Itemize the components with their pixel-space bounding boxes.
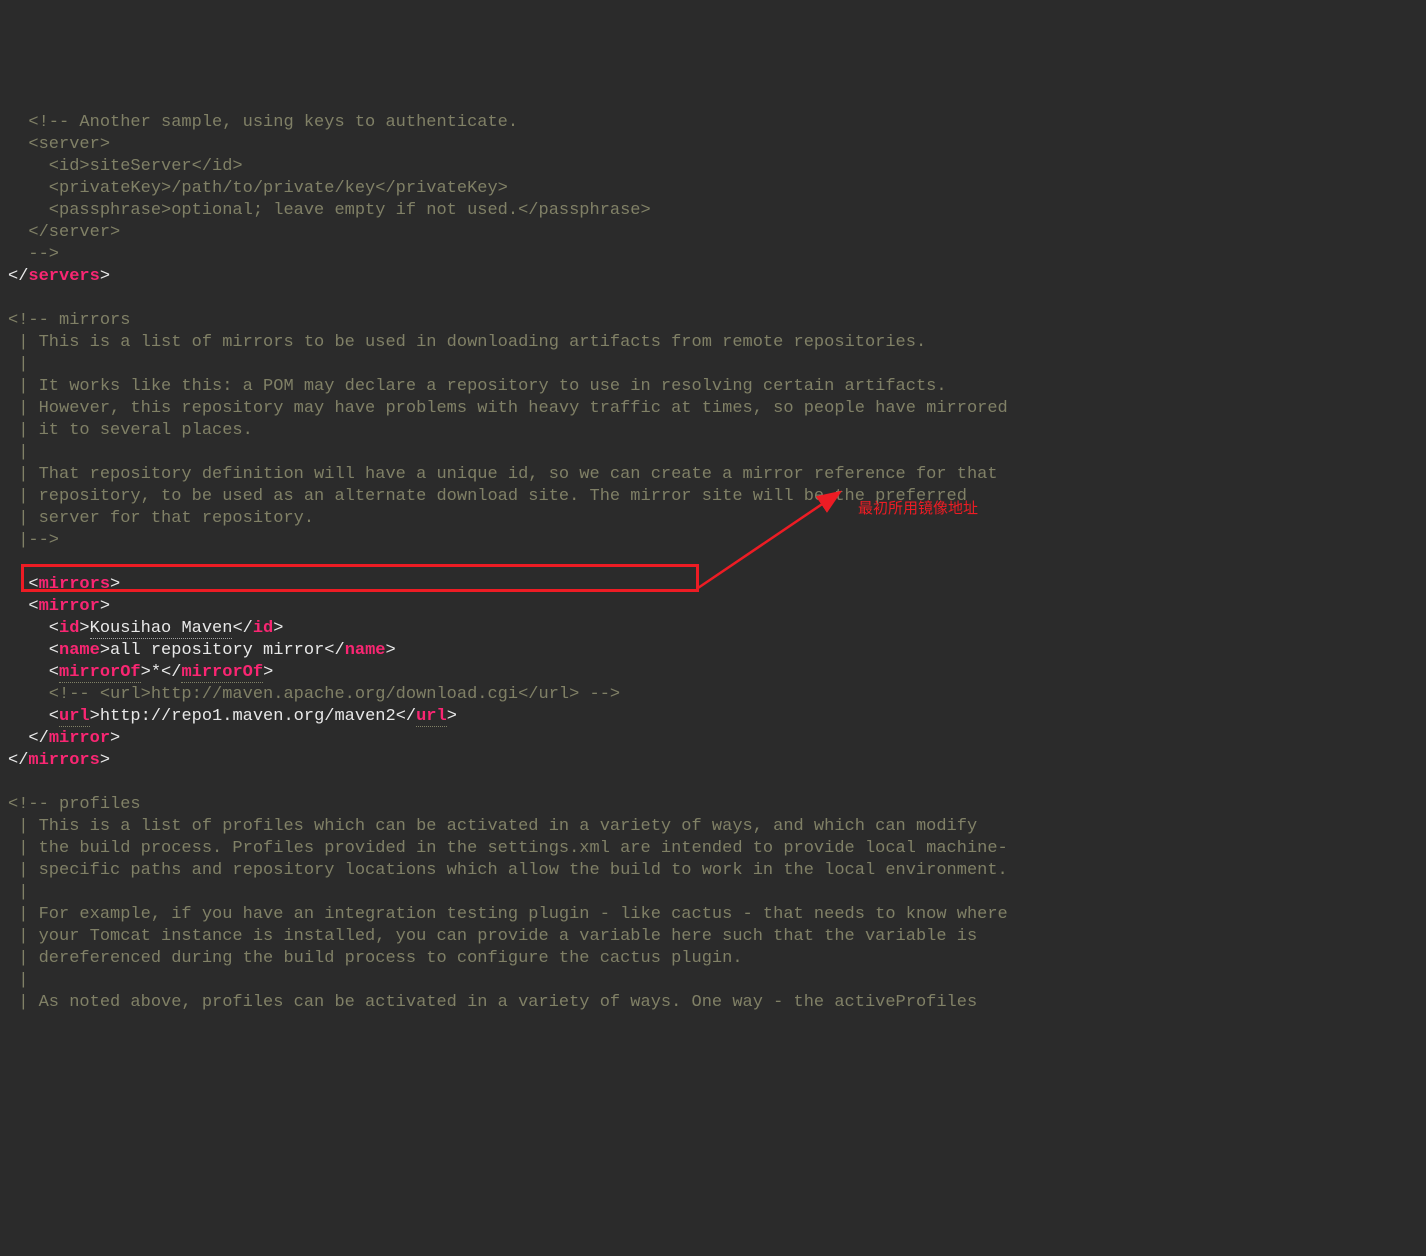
mirror-open-tag: <mirror> xyxy=(8,597,110,616)
code-editor[interactable]: <!-- Another sample, using keys to authe… xyxy=(0,90,1426,1014)
mirror-commented-url: <!-- <url>http://maven.apache.org/downlo… xyxy=(8,685,620,704)
comment-block-profiles: <!-- profiles | This is a list of profil… xyxy=(8,795,1008,1012)
comment-block-server: <!-- Another sample, using keys to authe… xyxy=(8,113,651,264)
mirror-close-tag: </mirror> xyxy=(8,729,120,748)
servers-close-tag: </servers> xyxy=(8,267,110,286)
annotation-label: 最初所用镜像地址 xyxy=(858,498,978,520)
mirror-name-line: <name>all repository mirror</name> xyxy=(8,641,396,660)
mirrors-open-tag: <mirrors> xyxy=(8,575,120,594)
mirror-mirrorof-line: <mirrorOf>*</mirrorOf> xyxy=(8,663,273,683)
mirror-url-line: <url>http://repo1.maven.org/maven2</url> xyxy=(8,707,457,727)
mirror-id-line: <id>Kousihao Maven</id> xyxy=(8,619,283,639)
mirrors-close-tag: </mirrors> xyxy=(8,751,110,770)
